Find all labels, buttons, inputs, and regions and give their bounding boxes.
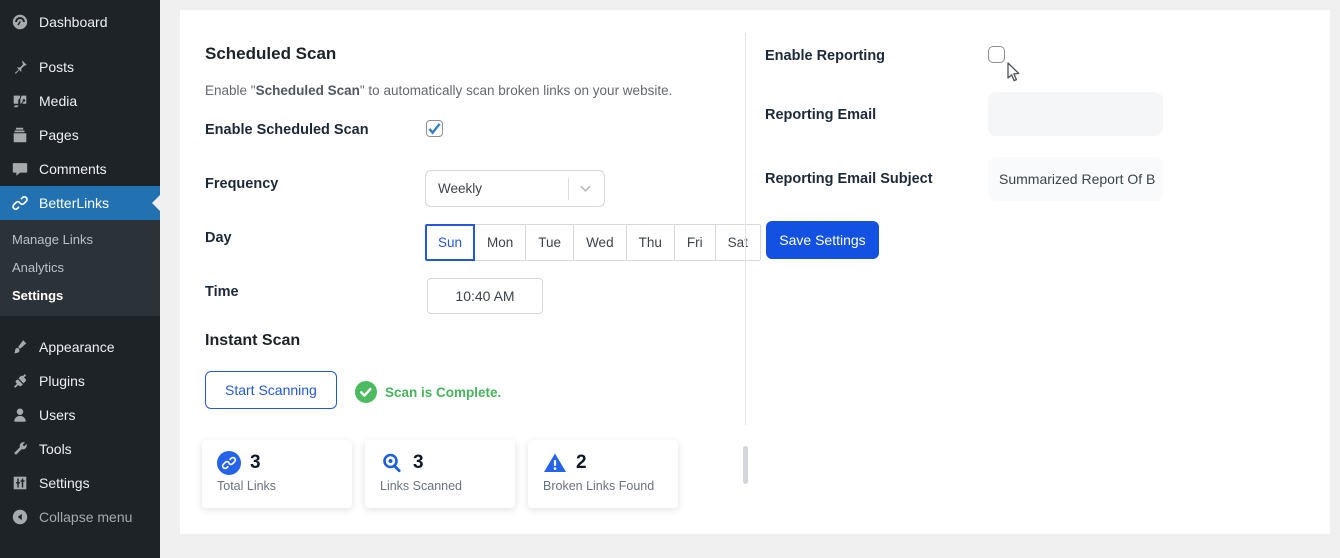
day-button-fri[interactable]: Fri — [674, 224, 716, 261]
paintbrush-icon — [10, 337, 30, 357]
sidebar-item-media[interactable]: Media — [0, 84, 160, 118]
sidebar-item-label: Settings — [39, 475, 90, 491]
enable-reporting-checkbox[interactable] — [988, 46, 1005, 63]
sidebar-item-label: Posts — [39, 59, 74, 75]
day-selector: Sun Mon Tue Wed Thu Fri Sat — [425, 224, 761, 261]
sidebar-item-plugins[interactable]: Plugins — [0, 364, 160, 398]
sidebar-separator — [0, 316, 160, 330]
time-label: Time — [205, 284, 239, 300]
sidebar-item-label: Media — [39, 93, 77, 109]
frequency-label: Frequency — [205, 176, 278, 192]
sidebar-item-settings[interactable]: Settings — [0, 466, 160, 500]
link-icon — [217, 451, 241, 475]
dashboard-icon — [10, 12, 30, 32]
settings-panel: Scheduled Scan Enable "Scheduled Scan" t… — [180, 10, 1330, 534]
day-button-wed[interactable]: Wed — [573, 224, 627, 261]
stat-card-links-scanned: 3 Links Scanned — [365, 440, 515, 508]
sidebar-item-label: Tools — [39, 441, 72, 457]
stat-value: 3 — [250, 452, 261, 474]
stat-value: 2 — [576, 452, 587, 474]
betterlinks-icon — [10, 193, 30, 213]
scheduled-scan-title: Scheduled Scan — [205, 44, 336, 64]
day-button-thu[interactable]: Thu — [626, 224, 675, 261]
sidebar-item-label: BetterLinks — [39, 195, 109, 211]
scan-status: Scan is Complete. — [355, 381, 501, 403]
scheduled-scan-description: Enable "Scheduled Scan" to automatically… — [205, 83, 672, 98]
sidebar-item-tools[interactable]: Tools — [0, 432, 160, 466]
scan-status-text: Scan is Complete. — [385, 385, 501, 400]
save-settings-button[interactable]: Save Settings — [766, 221, 879, 259]
sliders-icon — [10, 473, 30, 493]
day-label: Day — [205, 230, 232, 246]
frequency-select[interactable]: Weekly — [425, 170, 605, 207]
plugin-icon — [10, 371, 30, 391]
select-divider — [568, 178, 569, 200]
sidebar-item-collapse-menu[interactable]: Collapse menu — [0, 500, 160, 534]
sidebar-item-dashboard[interactable]: Dashboard — [0, 5, 160, 39]
comment-icon — [10, 159, 30, 179]
day-button-mon[interactable]: Mon — [474, 224, 526, 261]
column-divider — [745, 33, 746, 425]
stat-label: Broken Links Found — [543, 479, 663, 493]
sidebar-item-label: Plugins — [39, 373, 85, 389]
stat-card-total-links: 3 Total Links — [202, 440, 352, 508]
stat-label: Total Links — [217, 479, 337, 493]
stat-value: 3 — [413, 452, 424, 474]
scan-stats: 3 Total Links 3 Links Scanned 2 Broken L… — [202, 440, 678, 508]
scrollbar-thumb[interactable] — [743, 446, 748, 484]
start-scanning-button[interactable]: Start Scanning — [205, 371, 337, 409]
frequency-selected-value: Weekly — [438, 181, 482, 196]
day-button-sat[interactable]: Sat — [715, 224, 761, 261]
day-button-sun[interactable]: Sun — [425, 224, 475, 261]
enable-scheduled-scan-label: Enable Scheduled Scan — [205, 122, 369, 138]
media-icon — [10, 91, 30, 111]
enable-reporting-label: Enable Reporting — [765, 48, 885, 64]
admin-sidebar: Dashboard Posts Media Pages Commen — [0, 0, 160, 558]
sidebar-item-comments[interactable]: Comments — [0, 152, 160, 186]
success-check-icon — [355, 381, 377, 403]
sidebar-item-label: Pages — [39, 127, 79, 143]
search-icon — [380, 451, 404, 475]
submenu-item-settings[interactable]: Settings — [0, 282, 160, 310]
user-icon — [10, 405, 30, 425]
reporting-email-input[interactable] — [988, 92, 1163, 136]
reporting-email-label: Reporting Email — [765, 107, 876, 123]
description-bold-text: Scheduled Scan — [256, 83, 360, 98]
enable-scheduled-scan-checkbox[interactable] — [426, 120, 443, 137]
wrench-icon — [10, 439, 30, 459]
day-button-tue[interactable]: Tue — [525, 224, 574, 261]
submenu-item-analytics[interactable]: Analytics — [0, 254, 160, 282]
sidebar-item-label: Collapse menu — [39, 509, 132, 525]
warning-icon — [543, 451, 567, 475]
betterlinks-submenu: Manage Links Analytics Settings — [0, 220, 160, 316]
reporting-email-subject-input[interactable]: Summarized Report Of B — [988, 157, 1163, 201]
mouse-cursor-icon — [1007, 62, 1022, 84]
sidebar-item-posts[interactable]: Posts — [0, 50, 160, 84]
chevron-down-icon — [579, 182, 592, 195]
submenu-item-manage-links[interactable]: Manage Links — [0, 226, 160, 254]
description-text: " to automatically scan broken links on … — [360, 83, 672, 98]
sidebar-item-betterlinks[interactable]: BetterLinks — [0, 186, 160, 220]
sidebar-item-label: Users — [39, 407, 76, 423]
sidebar-item-label: Appearance — [39, 339, 115, 355]
pages-icon — [10, 125, 30, 145]
sidebar-item-pages[interactable]: Pages — [0, 118, 160, 152]
collapse-arrow-icon — [10, 507, 30, 527]
sidebar-separator — [0, 39, 160, 50]
sidebar-item-users[interactable]: Users — [0, 398, 160, 432]
stat-card-broken-links: 2 Broken Links Found — [528, 440, 678, 508]
pushpin-icon — [10, 57, 30, 77]
time-input[interactable]: 10:40 AM — [427, 278, 543, 314]
sidebar-item-label: Dashboard — [39, 14, 108, 30]
sidebar-item-appearance[interactable]: Appearance — [0, 330, 160, 364]
reporting-email-subject-label: Reporting Email Subject — [765, 171, 933, 187]
checkmark-icon — [428, 122, 441, 135]
stat-label: Links Scanned — [380, 479, 500, 493]
instant-scan-title: Instant Scan — [205, 332, 300, 350]
sidebar-item-label: Comments — [39, 161, 107, 177]
description-text: Enable " — [205, 83, 256, 98]
